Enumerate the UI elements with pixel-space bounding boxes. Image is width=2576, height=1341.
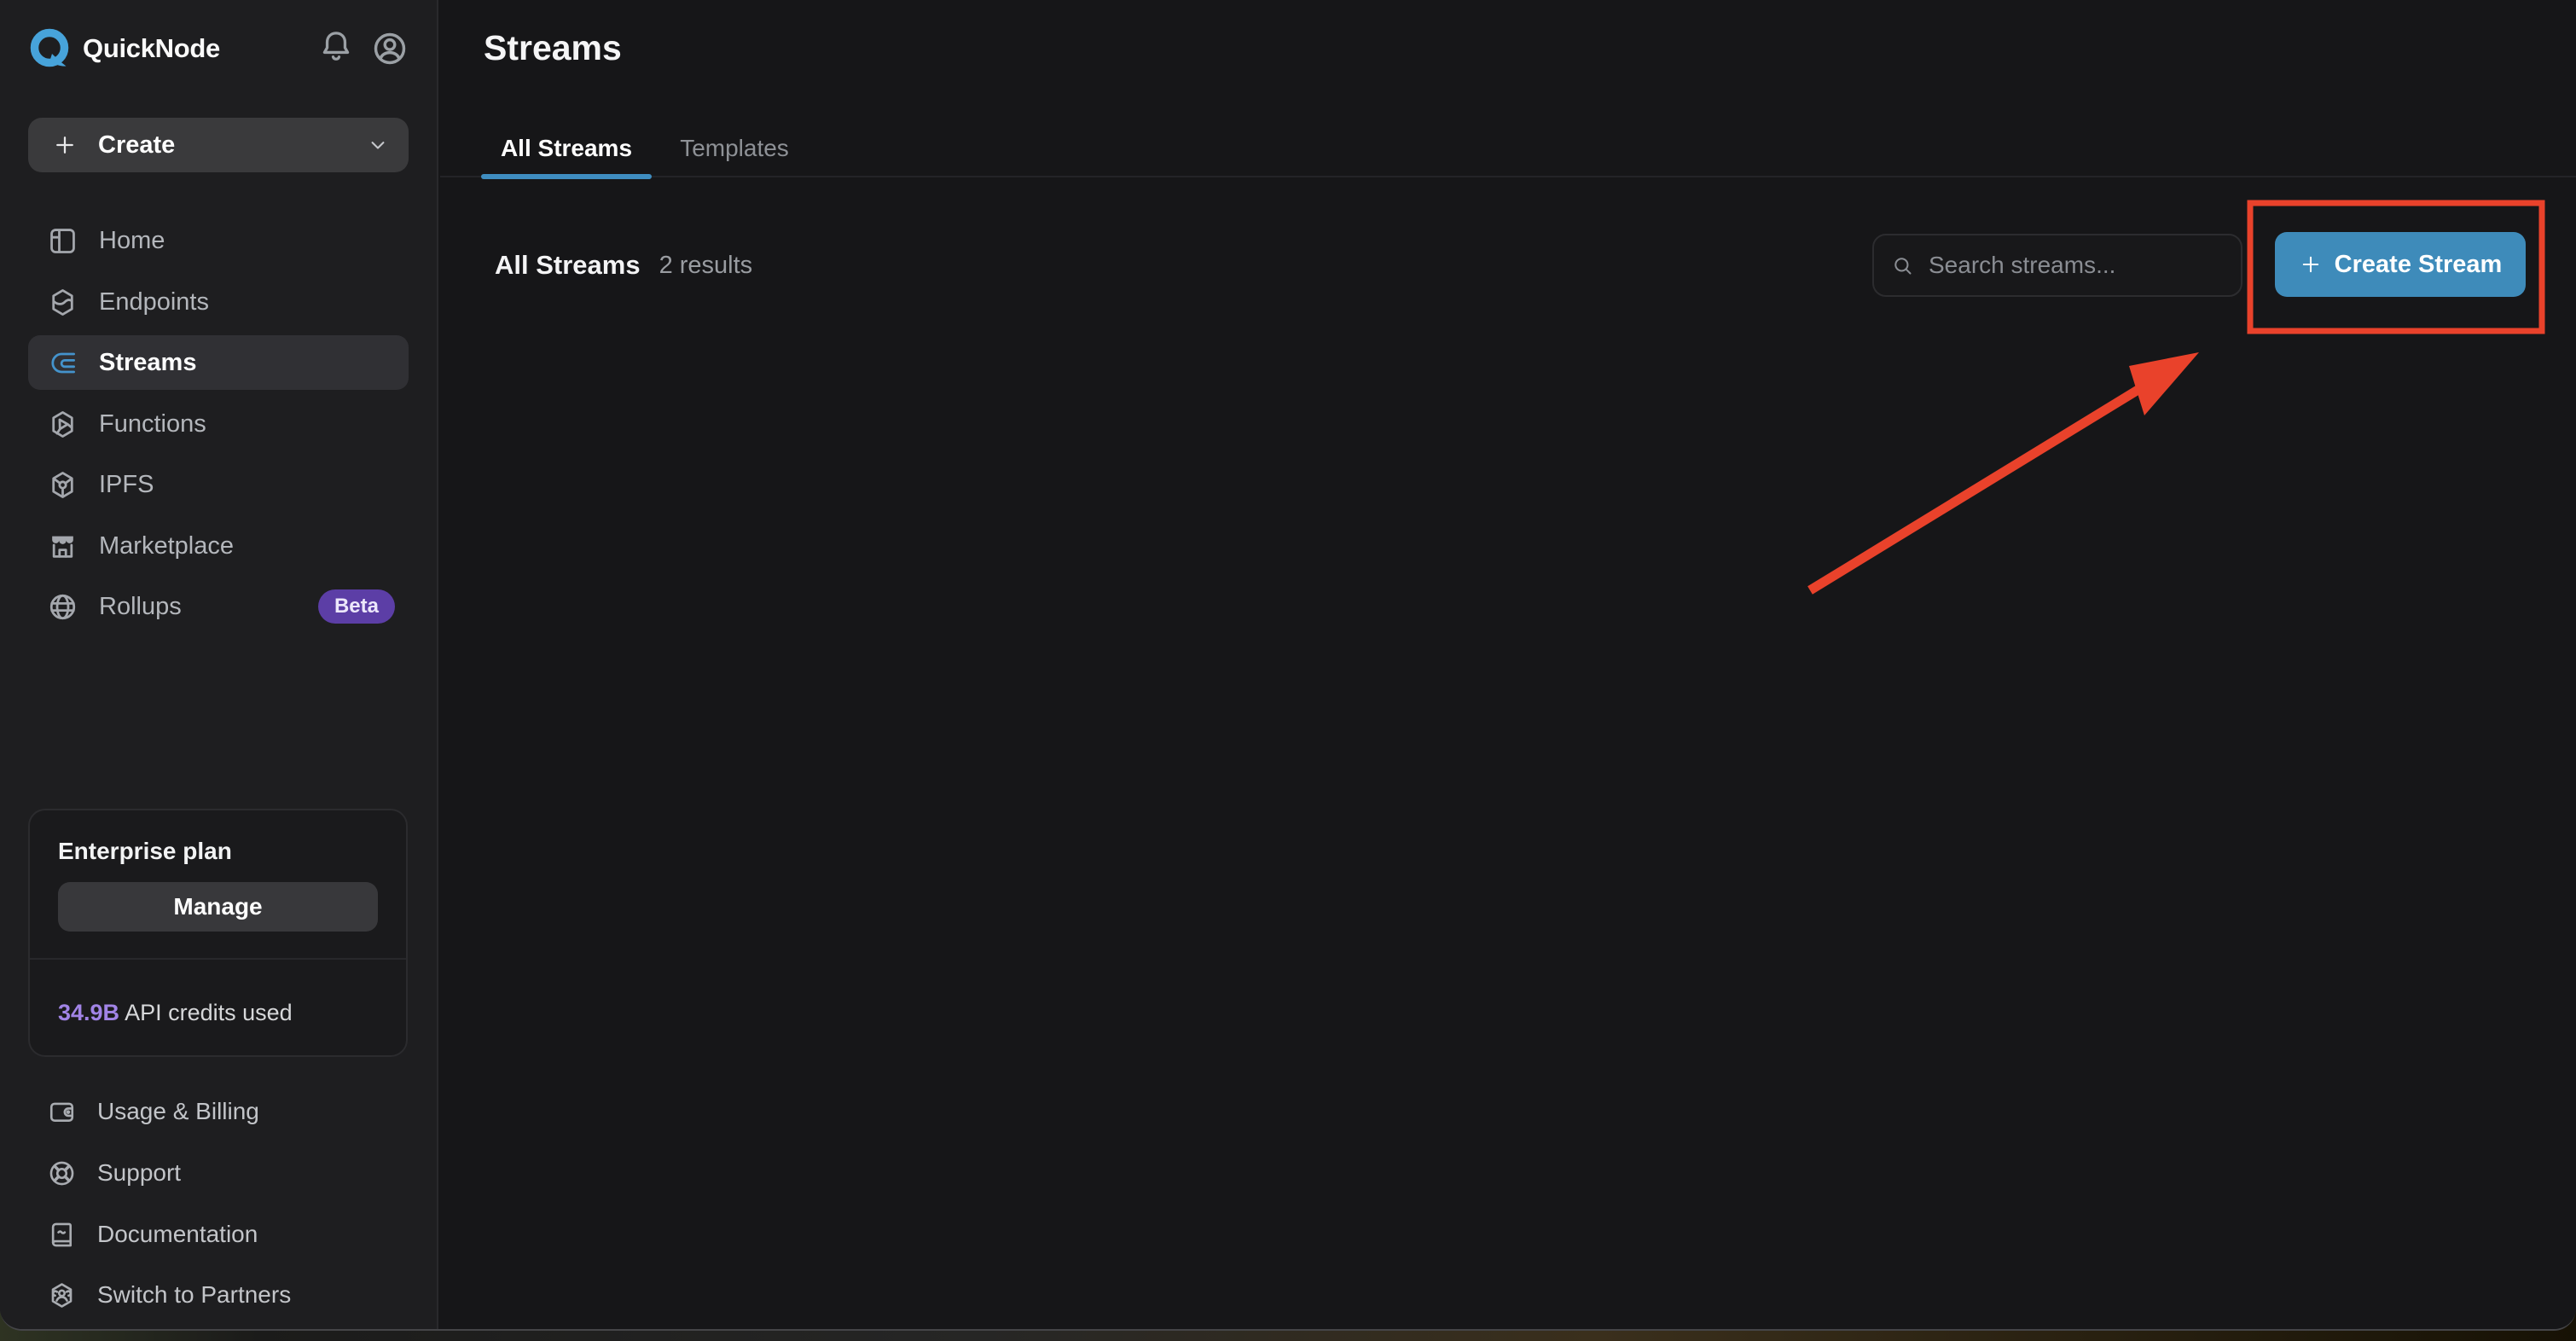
sidebar-item-home[interactable]: Home bbox=[28, 213, 409, 268]
sidebar-item-ipfs[interactable]: IPFS bbox=[28, 457, 409, 512]
wallet-icon bbox=[47, 1097, 77, 1127]
tab-bar: All Streams Templates bbox=[440, 119, 2576, 177]
api-credits-value: 34.9B bbox=[58, 1000, 119, 1025]
sidebar-item-usage-billing[interactable]: Usage & Billing bbox=[28, 1084, 409, 1139]
sidebar-item-switch-to-partners[interactable]: Switch to Partners bbox=[28, 1268, 409, 1322]
notifications-button[interactable] bbox=[317, 28, 355, 69]
account-button[interactable] bbox=[370, 29, 409, 68]
main-content: Streams All Streams Templates All Stream… bbox=[440, 0, 2576, 1329]
sidebar-item-documentation[interactable]: Documentation bbox=[28, 1207, 409, 1262]
tab-all-streams[interactable]: All Streams bbox=[481, 119, 652, 177]
api-credits-used: 34.9B API credits used bbox=[58, 1000, 293, 1026]
brand-name: QuickNode bbox=[83, 33, 220, 64]
sidebar: QuickNode Create Home bbox=[0, 0, 438, 1329]
create-button-label: Create bbox=[98, 131, 175, 160]
list-heading: All Streams bbox=[495, 250, 641, 281]
beta-badge: Beta bbox=[318, 589, 395, 624]
plus-icon bbox=[52, 132, 78, 158]
sidebar-item-label: Endpoints bbox=[99, 288, 209, 316]
create-stream-label: Create Stream bbox=[2335, 251, 2503, 279]
functions-icon bbox=[47, 409, 78, 440]
page-title: Streams bbox=[484, 28, 622, 68]
sidebar-item-label: Usage & Billing bbox=[97, 1098, 259, 1125]
sidebar-item-support[interactable]: Support bbox=[28, 1146, 409, 1200]
sidebar-item-label: IPFS bbox=[99, 471, 154, 499]
search-streams-box bbox=[1872, 234, 2242, 297]
create-button[interactable]: Create bbox=[28, 118, 409, 172]
rollups-globe-icon bbox=[47, 591, 78, 623]
sidebar-item-label: Streams bbox=[99, 349, 196, 377]
plan-card-divider bbox=[30, 958, 406, 960]
lifebuoy-icon bbox=[47, 1158, 77, 1188]
sidebar-item-label: Switch to Partners bbox=[97, 1281, 291, 1309]
partners-icon bbox=[47, 1280, 77, 1310]
manage-plan-button[interactable]: Manage bbox=[58, 882, 378, 932]
sidebar-item-label: Rollups bbox=[99, 593, 182, 621]
home-icon bbox=[47, 225, 78, 257]
sidebar-item-functions[interactable]: Functions bbox=[28, 397, 409, 451]
plan-card: Enterprise plan Manage 34.9B API credits… bbox=[28, 809, 408, 1057]
quicknode-logo[interactable]: QuickNode bbox=[26, 25, 220, 73]
quicknode-q-icon bbox=[26, 25, 73, 73]
sidebar-item-marketplace[interactable]: Marketplace bbox=[28, 519, 409, 573]
sidebar-item-label: Support bbox=[97, 1159, 181, 1187]
sidebar-item-label: Home bbox=[99, 227, 165, 255]
results-count: 2 results bbox=[659, 252, 753, 280]
sidebar-item-label: Documentation bbox=[97, 1221, 258, 1248]
sidebar-item-label: Marketplace bbox=[99, 532, 234, 560]
streams-icon bbox=[47, 347, 78, 379]
tab-templates[interactable]: Templates bbox=[672, 119, 797, 177]
create-stream-button[interactable]: Create Stream bbox=[2275, 232, 2526, 297]
endpoints-icon bbox=[47, 287, 78, 318]
search-streams-input[interactable] bbox=[1927, 251, 2224, 280]
app-window: QuickNode Create Home bbox=[0, 0, 2576, 1331]
bell-icon bbox=[317, 28, 355, 66]
sidebar-item-streams[interactable]: Streams bbox=[28, 335, 409, 390]
book-icon bbox=[47, 1220, 77, 1250]
sidebar-item-endpoints[interactable]: Endpoints bbox=[28, 275, 409, 329]
chevron-down-icon bbox=[366, 133, 390, 157]
user-avatar-icon bbox=[370, 29, 409, 68]
search-icon bbox=[1891, 254, 1914, 277]
ipfs-icon bbox=[47, 469, 78, 501]
api-credits-label: API credits used bbox=[119, 1000, 293, 1025]
marketplace-icon bbox=[47, 531, 78, 562]
plan-name: Enterprise plan bbox=[58, 838, 232, 865]
sidebar-item-label: Functions bbox=[99, 410, 206, 438]
plus-icon bbox=[2299, 253, 2323, 276]
sidebar-item-rollups[interactable]: Rollups Beta bbox=[28, 579, 409, 634]
list-header: All Streams 2 results bbox=[495, 234, 752, 297]
